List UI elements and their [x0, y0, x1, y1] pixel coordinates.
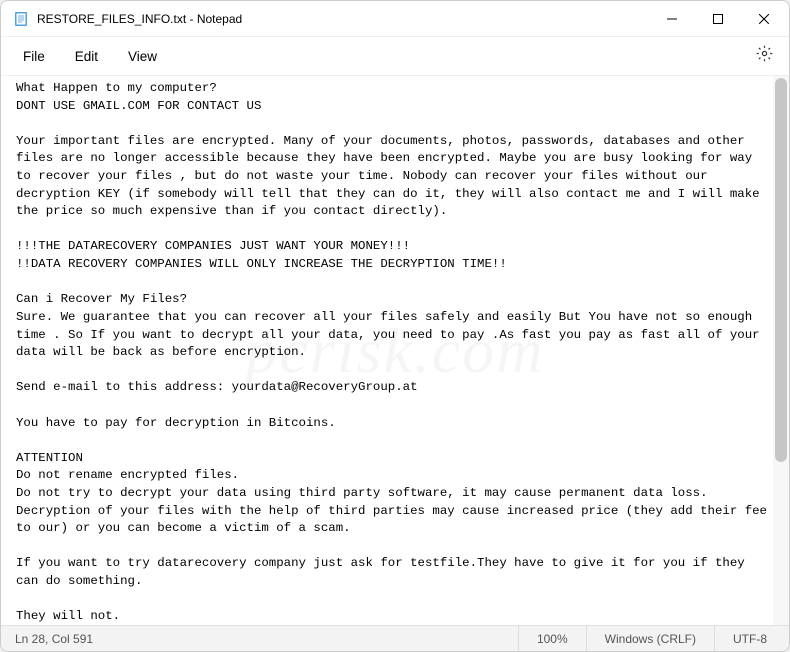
minimize-button[interactable] — [649, 3, 695, 35]
close-button[interactable] — [741, 3, 787, 35]
settings-button[interactable] — [747, 41, 781, 71]
scrollbar-thumb[interactable] — [775, 78, 787, 462]
text-area-container: What Happen to my computer? DONT USE GMA… — [1, 75, 789, 625]
zoom-level[interactable]: 100% — [518, 626, 586, 651]
notepad-icon — [13, 11, 29, 27]
cursor-position: Ln 28, Col 591 — [5, 632, 518, 646]
titlebar: RESTORE_FILES_INFO.txt - Notepad — [1, 1, 789, 37]
maximize-button[interactable] — [695, 3, 741, 35]
scrollbar-track[interactable] — [773, 76, 789, 625]
menu-file[interactable]: File — [9, 43, 59, 70]
notepad-window: RESTORE_FILES_INFO.txt - Notepad File Ed… — [0, 0, 790, 652]
gear-icon — [756, 45, 773, 67]
statusbar: Ln 28, Col 591 100% Windows (CRLF) UTF-8 — [1, 625, 789, 651]
line-ending: Windows (CRLF) — [586, 626, 714, 651]
window-title: RESTORE_FILES_INFO.txt - Notepad — [37, 12, 649, 26]
menu-edit[interactable]: Edit — [61, 43, 112, 70]
menu-view[interactable]: View — [114, 43, 171, 70]
encoding: UTF-8 — [714, 626, 785, 651]
menubar: File Edit View — [1, 37, 789, 75]
window-controls — [649, 3, 787, 35]
text-content[interactable]: What Happen to my computer? DONT USE GMA… — [1, 76, 789, 625]
